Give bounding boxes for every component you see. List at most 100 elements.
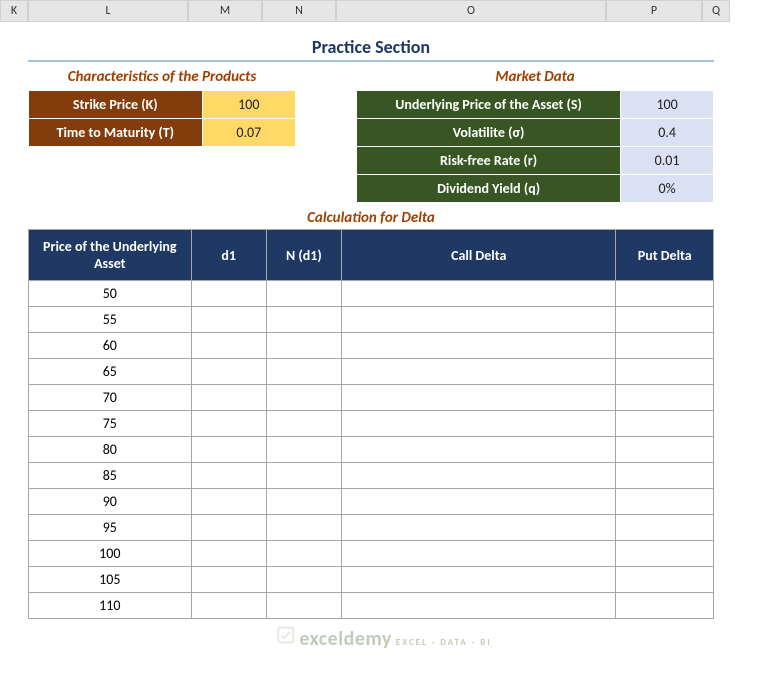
empty-cell[interactable]	[342, 489, 616, 515]
empty-cell[interactable]	[266, 359, 341, 385]
delta-header[interactable]: Put Delta	[616, 230, 714, 281]
empty-cell[interactable]	[616, 567, 714, 593]
col-header[interactable]: Q	[702, 0, 730, 22]
table-row: Dividend Yield (q) 0%	[357, 175, 714, 203]
mkt-value[interactable]: 100	[621, 91, 714, 119]
empty-cell[interactable]	[616, 463, 714, 489]
empty-cell[interactable]	[616, 333, 714, 359]
price-cell[interactable]: 80	[29, 437, 192, 463]
empty-cell[interactable]	[191, 411, 266, 437]
empty-cell[interactable]	[342, 385, 616, 411]
price-cell[interactable]: 50	[29, 281, 192, 307]
empty-cell[interactable]	[616, 437, 714, 463]
empty-cell[interactable]	[191, 307, 266, 333]
empty-cell[interactable]	[191, 333, 266, 359]
col-header[interactable]: N	[262, 0, 336, 22]
price-cell[interactable]: 70	[29, 385, 192, 411]
price-cell[interactable]: 85	[29, 463, 192, 489]
mkt-value[interactable]: 0.01	[621, 147, 714, 175]
empty-cell[interactable]	[616, 307, 714, 333]
col-header[interactable]: L	[28, 0, 188, 22]
empty-cell[interactable]	[616, 385, 714, 411]
col-header[interactable]: K	[0, 0, 28, 22]
empty-cell[interactable]	[266, 489, 341, 515]
mkt-label[interactable]: Dividend Yield (q)	[357, 175, 621, 203]
price-cell[interactable]: 55	[29, 307, 192, 333]
empty-cell[interactable]	[616, 515, 714, 541]
price-cell[interactable]: 95	[29, 515, 192, 541]
price-cell[interactable]: 65	[29, 359, 192, 385]
delta-header[interactable]: Call Delta	[342, 230, 616, 281]
empty-cell[interactable]	[266, 541, 341, 567]
price-cell[interactable]: 90	[29, 489, 192, 515]
delta-header[interactable]: N (d1)	[266, 230, 341, 281]
empty-cell[interactable]	[342, 411, 616, 437]
empty-cell[interactable]	[342, 567, 616, 593]
delta-header[interactable]: Price of the Underlying Asset	[29, 230, 192, 281]
mkt-label[interactable]: Underlying Price of the Asset (S)	[357, 91, 621, 119]
empty-cell[interactable]	[342, 437, 616, 463]
empty-cell[interactable]	[266, 515, 341, 541]
empty-cell[interactable]	[342, 333, 616, 359]
empty-cell[interactable]	[191, 515, 266, 541]
price-cell[interactable]: 100	[29, 541, 192, 567]
empty-cell[interactable]	[342, 463, 616, 489]
price-cell[interactable]: 60	[29, 333, 192, 359]
char-label[interactable]: Strike Price (K)	[29, 91, 203, 119]
empty-cell[interactable]	[616, 593, 714, 619]
page-title: Practice Section	[28, 30, 714, 62]
empty-cell[interactable]	[266, 411, 341, 437]
empty-cell[interactable]	[266, 333, 341, 359]
empty-cell[interactable]	[191, 463, 266, 489]
empty-cell[interactable]	[191, 437, 266, 463]
table-row: 75	[29, 411, 714, 437]
characteristics-table: Strike Price (K) 100 Time to Maturity (T…	[28, 90, 296, 147]
empty-cell[interactable]	[342, 541, 616, 567]
col-header[interactable]: M	[188, 0, 262, 22]
empty-cell[interactable]	[191, 541, 266, 567]
empty-cell[interactable]	[616, 411, 714, 437]
col-header[interactable]: P	[606, 0, 702, 22]
table-row: 110	[29, 593, 714, 619]
empty-cell[interactable]	[191, 593, 266, 619]
delta-header[interactable]: d1	[191, 230, 266, 281]
calculation-heading: Calculation for Delta	[28, 209, 714, 227]
price-cell[interactable]: 105	[29, 567, 192, 593]
char-value[interactable]: 0.07	[202, 119, 295, 147]
empty-cell[interactable]	[266, 593, 341, 619]
empty-cell[interactable]	[191, 281, 266, 307]
table-row: 80	[29, 437, 714, 463]
empty-cell[interactable]	[616, 281, 714, 307]
price-cell[interactable]: 75	[29, 411, 192, 437]
empty-cell[interactable]	[266, 437, 341, 463]
empty-cell[interactable]	[342, 281, 616, 307]
price-cell[interactable]: 110	[29, 593, 192, 619]
empty-cell[interactable]	[266, 463, 341, 489]
empty-cell[interactable]	[342, 307, 616, 333]
empty-cell[interactable]	[266, 385, 341, 411]
empty-cell[interactable]	[266, 307, 341, 333]
empty-cell[interactable]	[191, 567, 266, 593]
mkt-value[interactable]: 0.4	[621, 119, 714, 147]
empty-cell[interactable]	[266, 567, 341, 593]
mkt-value[interactable]: 0%	[621, 175, 714, 203]
mkt-label[interactable]: Volatilite (σ)	[357, 119, 621, 147]
empty-cell[interactable]	[342, 515, 616, 541]
empty-cell[interactable]	[266, 281, 341, 307]
empty-cell[interactable]	[191, 385, 266, 411]
empty-cell[interactable]	[342, 359, 616, 385]
col-header[interactable]: O	[336, 0, 606, 22]
table-row: Volatilite (σ) 0.4	[357, 119, 714, 147]
table-row: 60	[29, 333, 714, 359]
empty-cell[interactable]	[616, 541, 714, 567]
char-value[interactable]: 100	[202, 91, 295, 119]
empty-cell[interactable]	[191, 489, 266, 515]
empty-cell[interactable]	[616, 489, 714, 515]
empty-cell[interactable]	[616, 359, 714, 385]
empty-cell[interactable]	[342, 593, 616, 619]
char-label[interactable]: Time to Maturity (T)	[29, 119, 203, 147]
mkt-label[interactable]: Risk-free Rate (r)	[357, 147, 621, 175]
empty-cell[interactable]	[191, 359, 266, 385]
table-row: 50	[29, 281, 714, 307]
table-row: 105	[29, 567, 714, 593]
